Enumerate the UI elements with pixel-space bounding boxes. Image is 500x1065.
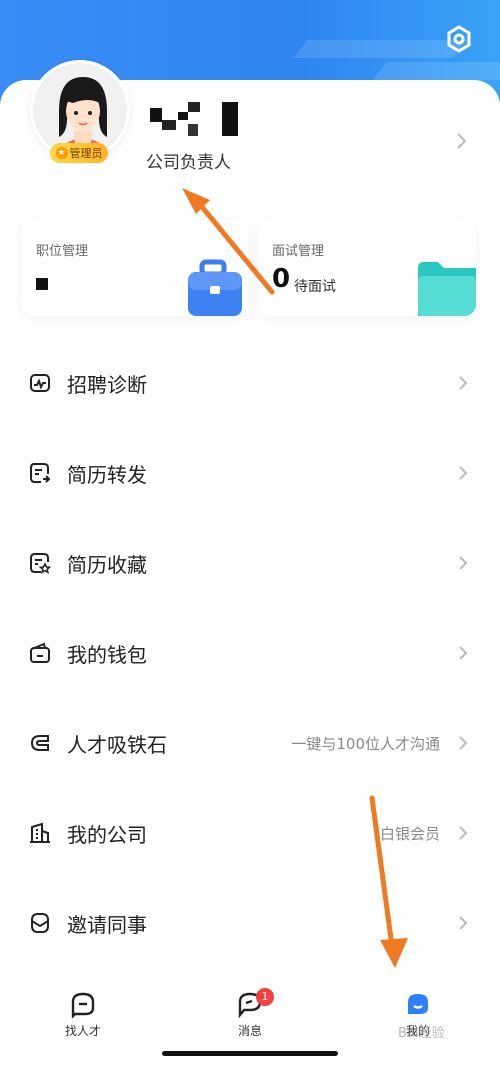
menu-item-wallet[interactable]: 我的钱包 bbox=[0, 608, 500, 698]
menu-label: 简历转发 bbox=[67, 462, 147, 487]
menu-label: 招聘诊断 bbox=[67, 372, 147, 397]
job-management-title: 职位管理 bbox=[36, 244, 89, 259]
home-indicator bbox=[162, 1051, 338, 1056]
chevron-right-icon bbox=[459, 916, 468, 930]
folder-icon bbox=[418, 262, 476, 316]
interview-management-title: 面试管理 bbox=[272, 244, 325, 259]
resume-star-icon bbox=[30, 553, 52, 574]
menu-label: 邀请同事 bbox=[67, 912, 147, 937]
menu-label: 人才吸铁石 bbox=[67, 732, 167, 757]
chevron-right-icon bbox=[459, 376, 468, 390]
profile-role: 公司负责人 bbox=[146, 153, 231, 173]
interview-pending-label: 待面试 bbox=[294, 279, 336, 295]
settings-gear-icon[interactable] bbox=[444, 24, 474, 54]
company-building-icon bbox=[30, 822, 50, 843]
menu-item-invite-colleague[interactable]: 邀请同事 bbox=[0, 878, 500, 968]
chevron-right-icon bbox=[459, 826, 468, 840]
admin-badge: ★ 管理员 bbox=[50, 143, 108, 163]
watermark: Bai经验 bbox=[398, 1026, 445, 1041]
find-talent-icon bbox=[71, 992, 95, 1018]
job-management-card[interactable]: 职位管理 bbox=[22, 220, 248, 316]
menu-label: 我的钱包 bbox=[67, 642, 147, 667]
wallet-icon bbox=[30, 642, 50, 663]
menu-item-recruit-diagnosis[interactable]: 招聘诊断 bbox=[0, 338, 500, 428]
menu-item-my-company[interactable]: 我的公司 白银会员 bbox=[0, 788, 500, 878]
chevron-right-icon bbox=[459, 736, 468, 750]
tab-find-talent[interactable]: 找人才 bbox=[43, 990, 123, 1039]
chevron-right-icon bbox=[459, 646, 468, 660]
menu-item-resume-forward[interactable]: 简历转发 bbox=[0, 428, 500, 518]
menu-hint: 白银会员 bbox=[379, 824, 440, 843]
menu-hint: 一键与100位人才沟通 bbox=[291, 734, 440, 753]
menu-label: 我的公司 bbox=[67, 822, 147, 847]
menu-item-talent-magnet[interactable]: 人才吸铁石 一键与100位人才沟通 bbox=[0, 698, 500, 788]
star-icon: ★ bbox=[55, 147, 68, 159]
name-redacted-mosaic bbox=[150, 102, 238, 136]
magnet-icon bbox=[30, 735, 49, 751]
settings-menu: 招聘诊断 简历转发 简历收藏 我的钱包 人才吸铁石 一键与100位人才沟通 我的… bbox=[0, 338, 500, 968]
interview-management-card[interactable]: 面试管理 0 待面试 bbox=[258, 220, 476, 316]
invite-icon bbox=[31, 913, 49, 933]
pulse-chart-icon bbox=[30, 374, 50, 392]
interview-count: 0 bbox=[272, 264, 291, 294]
menu-item-resume-favorites[interactable]: 简历收藏 bbox=[0, 518, 500, 608]
unread-badge: 1 bbox=[256, 988, 274, 1006]
admin-badge-label: 管理员 bbox=[69, 147, 103, 160]
resume-forward-icon bbox=[30, 463, 51, 483]
tab-messages[interactable]: 1 消息 bbox=[210, 988, 290, 1039]
briefcase-icon bbox=[188, 259, 242, 316]
tab-label: 找人才 bbox=[64, 1024, 101, 1038]
profile-icon bbox=[408, 994, 428, 1014]
tab-label: 消息 bbox=[237, 1024, 262, 1038]
chevron-right-icon[interactable] bbox=[456, 132, 468, 150]
menu-label: 简历收藏 bbox=[67, 552, 147, 577]
chevron-right-icon bbox=[459, 466, 468, 480]
chevron-right-icon bbox=[459, 556, 468, 570]
job-count-redacted bbox=[36, 278, 48, 290]
